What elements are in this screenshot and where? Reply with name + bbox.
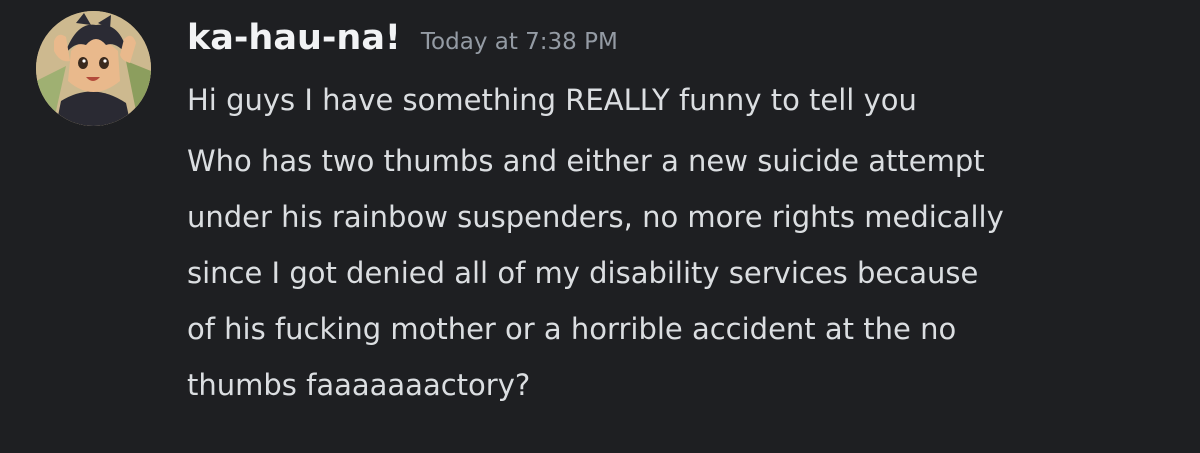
- avatar[interactable]: [36, 11, 151, 126]
- timestamp: Today at 7:38 PM: [420, 29, 618, 55]
- message-text-line-4: of his fucking mother or a horrible acci…: [187, 312, 957, 346]
- message-text-line-5: thumbs faaaaaaactory?: [187, 368, 531, 402]
- chat-message: ka-hau-na! Today at 7:38 PM Hi guys I ha…: [0, 0, 1200, 453]
- message-content: ka-hau-na! Today at 7:38 PM Hi guys I ha…: [187, 18, 1177, 413]
- anime-character-avatar-icon: [36, 11, 151, 126]
- message-text-line-3: since I got denied all of my disability …: [187, 256, 979, 290]
- username[interactable]: ka-hau-na!: [187, 18, 401, 58]
- message-text-line-1: Who has two thumbs and either a new suic…: [187, 144, 985, 178]
- message-text-first: Hi guys I have something REALLY funny to…: [187, 83, 917, 117]
- message-header: ka-hau-na! Today at 7:38 PM: [187, 18, 1177, 70]
- message-text-line-2: under his rainbow suspenders, no more ri…: [187, 200, 1004, 234]
